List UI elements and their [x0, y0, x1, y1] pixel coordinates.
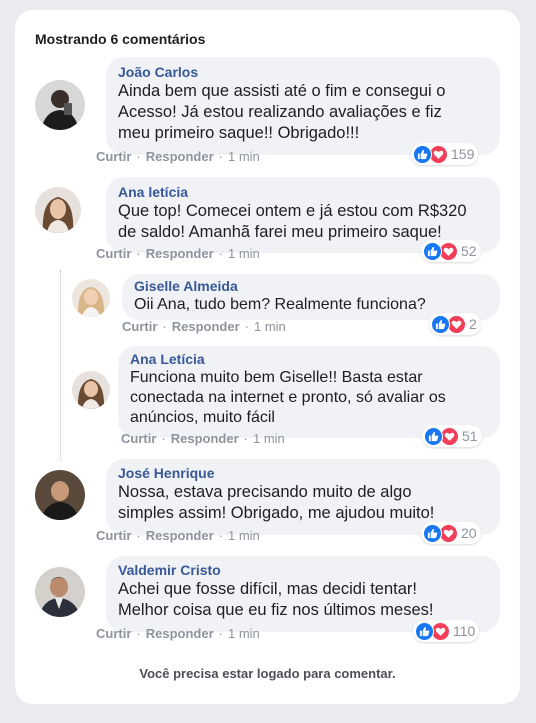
reaction-summary[interactable]: 110 — [413, 620, 480, 642]
comment-text-line: Oii Ana, tudo bem? Realmente funciona? — [134, 296, 426, 313]
comment-author[interactable]: João Carlos — [118, 64, 488, 81]
thumbs-up-icon — [415, 621, 434, 641]
separator-dot: · — [243, 431, 248, 446]
reaction-count: 52 — [461, 243, 477, 259]
reaction-count: 20 — [461, 525, 477, 541]
like-link[interactable]: Curtir — [122, 319, 157, 334]
comment-text-line: Melhor coisa que eu fiz nos últimos mese… — [118, 601, 434, 619]
thumbs-up-icon — [431, 314, 450, 334]
separator-dot: · — [218, 528, 223, 543]
avatar[interactable] — [35, 80, 85, 130]
comment-text-line: Que top! Comecei ontem e já estou com R$… — [118, 202, 467, 220]
reaction-count: 159 — [451, 146, 475, 162]
comment-text-line: meu primeiro saque!! Obrigado!!! — [118, 124, 360, 142]
comment-author[interactable]: Ana Letícia — [130, 351, 488, 368]
thumbs-up-icon — [413, 144, 432, 164]
comment-time: 1 min — [253, 319, 286, 334]
reply-link[interactable]: Responder — [146, 246, 214, 261]
reply-thread-line — [60, 270, 61, 460]
reply-link[interactable]: Responder — [146, 626, 214, 641]
like-link[interactable]: Curtir — [96, 149, 131, 164]
comment-text-line: conectada na internet e pronto, só avali… — [130, 389, 446, 406]
avatar[interactable] — [35, 567, 85, 617]
avatar[interactable] — [72, 371, 110, 409]
separator-dot: · — [218, 626, 223, 641]
comment-time: 1 min — [252, 431, 285, 446]
comment-text-line: simples assim! Obrigado, me ajudou muito… — [118, 504, 435, 522]
separator-dot: · — [136, 626, 141, 641]
thumbs-up-icon — [423, 241, 442, 261]
reaction-summary[interactable]: 20 — [421, 522, 481, 544]
avatar[interactable] — [35, 470, 85, 520]
comment-bubble: João Carlos Ainda bem que assisti até o … — [106, 57, 500, 155]
avatar[interactable] — [35, 187, 81, 233]
comment-text-line: Nossa, estava precisando muito de algo — [118, 483, 412, 501]
separator-dot: · — [161, 431, 166, 446]
reaction-summary[interactable]: 2 — [429, 313, 481, 335]
comment-actions: Curtir · Responder · 1 min — [96, 528, 260, 544]
separator-dot: · — [136, 149, 141, 164]
reaction-count: 2 — [469, 316, 477, 332]
login-required-note: Você precisa estar logado para comentar. — [139, 666, 396, 681]
reply-link[interactable]: Responder — [146, 149, 214, 164]
reaction-summary[interactable]: 51 — [422, 425, 482, 447]
comment-time: 1 min — [227, 626, 260, 641]
separator-dot: · — [218, 246, 223, 261]
avatar[interactable] — [72, 279, 110, 317]
comment-author[interactable]: Valdemir Cristo — [118, 562, 488, 579]
reaction-count: 51 — [462, 428, 478, 444]
like-link[interactable]: Curtir — [96, 246, 131, 261]
reply-link[interactable]: Responder — [171, 431, 239, 446]
comment-actions: Curtir · Responder · 1 min — [122, 319, 286, 335]
comment-text-line: Funciona muito bem Giselle!! Basta estar — [130, 369, 423, 386]
comment-author[interactable]: José Henrique — [118, 465, 488, 482]
separator-dot: · — [244, 319, 249, 334]
thumbs-up-icon — [424, 426, 443, 446]
comments-panel: Mostrando 6 comentários João Carlos Aind… — [15, 10, 520, 704]
comment-text-line: Acesso! Já estou realizando avaliações e… — [118, 103, 442, 121]
separator-dot: · — [136, 528, 141, 543]
comment-actions: Curtir · Responder · 1 min — [96, 246, 260, 262]
comment-actions: Curtir · Responder · 1 min — [96, 626, 260, 642]
separator-dot: · — [136, 246, 141, 261]
like-link[interactable]: Curtir — [96, 626, 131, 641]
reaction-summary[interactable]: 159 — [411, 143, 479, 165]
comment-actions: Curtir · Responder · 1 min — [121, 431, 285, 447]
reply-link[interactable]: Responder — [146, 528, 214, 543]
like-link[interactable]: Curtir — [96, 528, 131, 543]
like-link[interactable]: Curtir — [121, 431, 156, 446]
thumbs-up-icon — [423, 523, 442, 543]
comment-time: 1 min — [227, 246, 260, 261]
comment-text-line: Ainda bem que assisti até o fim e conseg… — [118, 82, 446, 100]
comment-count-label: Mostrando 6 comentários — [35, 31, 206, 47]
comment-text-line: Achei que fosse difícil, mas decidi tent… — [118, 580, 417, 598]
separator-dot: · — [218, 149, 223, 164]
separator-dot: · — [162, 319, 167, 334]
reply-link[interactable]: Responder — [172, 319, 240, 334]
comment-time: 1 min — [227, 149, 260, 164]
reaction-summary[interactable]: 52 — [421, 240, 481, 262]
comment-author[interactable]: Giselle Almeida — [134, 278, 488, 295]
comment-actions: Curtir · Responder · 1 min — [96, 149, 260, 165]
reaction-count: 110 — [453, 623, 476, 639]
comment-time: 1 min — [227, 528, 260, 543]
comment-author[interactable]: Ana letícia — [118, 184, 488, 201]
